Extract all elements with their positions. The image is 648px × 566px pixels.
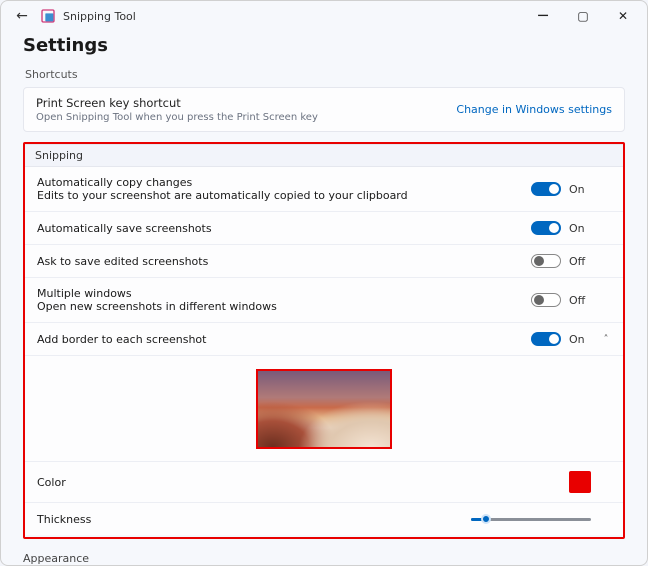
- slider-thumb[interactable]: [481, 514, 491, 524]
- add-border-state: On: [569, 333, 591, 346]
- auto-save-title: Automatically save screenshots: [37, 222, 531, 235]
- auto-copy-subtitle: Edits to your screenshot are automatical…: [37, 189, 531, 202]
- print-screen-shortcut-card[interactable]: Print Screen key shortcut Open Snipping …: [23, 87, 625, 132]
- appearance-section-label: Appearance: [1, 544, 647, 565]
- change-in-windows-settings-link[interactable]: Change in Windows settings: [456, 103, 612, 116]
- auto-save-toggle[interactable]: [531, 221, 561, 235]
- auto-copy-state: On: [569, 183, 591, 196]
- multi-windows-toggle[interactable]: [531, 293, 561, 307]
- multi-windows-title: Multiple windows: [37, 287, 531, 300]
- border-thickness-label: Thickness: [37, 513, 471, 526]
- multi-windows-row: Multiple windows Open new screenshots in…: [25, 278, 623, 323]
- multi-windows-state: Off: [569, 294, 591, 307]
- border-color-label: Color: [37, 476, 569, 489]
- multi-windows-subtitle: Open new screenshots in different window…: [37, 300, 531, 313]
- chevron-up-icon: ˄: [601, 334, 611, 345]
- ask-save-toggle[interactable]: [531, 254, 561, 268]
- auto-save-row: Automatically save screenshots On: [25, 212, 623, 245]
- border-preview-image: [256, 369, 392, 449]
- shortcuts-section-label: Shortcuts: [25, 68, 625, 81]
- shortcut-title: Print Screen key shortcut: [36, 96, 456, 110]
- settings-content: Settings Shortcuts Print Screen key shor…: [1, 31, 647, 544]
- border-preview-area: [25, 356, 623, 462]
- ask-save-row: Ask to save edited screenshots Off: [25, 245, 623, 278]
- border-thickness-slider[interactable]: [471, 512, 591, 526]
- border-color-row[interactable]: Color: [25, 462, 623, 503]
- app-title: Snipping Tool: [63, 10, 136, 23]
- close-button[interactable]: ✕: [603, 9, 643, 23]
- add-border-title: Add border to each screenshot: [37, 333, 531, 346]
- maximize-button[interactable]: ▢: [563, 9, 603, 23]
- ask-save-state: Off: [569, 255, 591, 268]
- border-thickness-row: Thickness: [25, 503, 623, 535]
- auto-save-state: On: [569, 222, 591, 235]
- snipping-section-label: Snipping: [25, 144, 623, 167]
- back-button[interactable]: ←: [5, 8, 39, 24]
- titlebar: ← Snipping Tool ─ ▢ ✕: [1, 1, 647, 31]
- shortcut-subtitle: Open Snipping Tool when you press the Pr…: [36, 112, 456, 123]
- ask-save-title: Ask to save edited screenshots: [37, 255, 531, 268]
- auto-copy-toggle[interactable]: [531, 182, 561, 196]
- snipping-tool-icon: [39, 7, 57, 25]
- auto-copy-title: Automatically copy changes: [37, 176, 531, 189]
- minimize-button[interactable]: ─: [523, 11, 563, 21]
- add-border-toggle[interactable]: [531, 332, 561, 346]
- add-border-row[interactable]: Add border to each screenshot On ˄: [25, 323, 623, 356]
- snipping-section-highlight: Snipping Automatically copy changes Edit…: [23, 142, 625, 539]
- auto-copy-row: Automatically copy changes Edits to your…: [25, 167, 623, 212]
- border-color-swatch[interactable]: [569, 471, 591, 493]
- app-window: ← Snipping Tool ─ ▢ ✕ Settings Shortcuts…: [0, 0, 648, 566]
- page-title: Settings: [23, 35, 625, 56]
